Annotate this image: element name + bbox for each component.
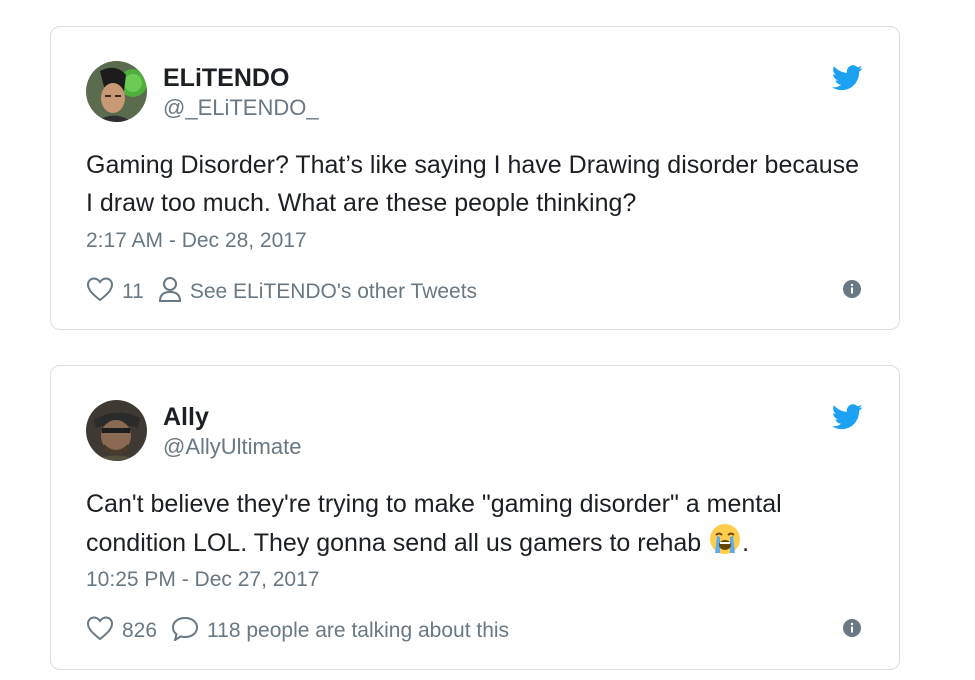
tweet-actions: 11 See ELiTENDO's other Tweets [86, 276, 477, 308]
tweet-actions: 826 118 people are talking about this [86, 615, 509, 647]
heart-icon[interactable] [86, 276, 114, 308]
tweet-text: Can't believe they're trying to make "ga… [86, 485, 866, 566]
info-icon[interactable] [843, 280, 861, 298]
twitter-bird-icon[interactable] [832, 65, 863, 91]
author-handle[interactable]: @_ELiTENDO_ [163, 95, 319, 121]
avatar[interactable] [86, 400, 147, 461]
person-icon[interactable] [158, 276, 182, 308]
avatar[interactable] [86, 61, 147, 122]
like-count[interactable]: 11 [122, 280, 144, 304]
author-handle[interactable]: @AllyUltimate [163, 434, 301, 460]
author-name[interactable]: ELiTENDO [163, 64, 289, 93]
loudly-crying-face-emoji [708, 523, 742, 566]
tweet-card[interactable]: ELiTENDO @_ELiTENDO_ Gaming Disorder? Th… [50, 26, 900, 330]
like-count[interactable]: 826 [122, 619, 157, 643]
comment-icon[interactable] [171, 615, 199, 647]
tweet-timestamp[interactable]: 2:17 AM - Dec 28, 2017 [86, 229, 307, 253]
tweet-card[interactable]: Ally @AllyUltimate Can't believe they're… [50, 365, 900, 670]
people-talking-link[interactable]: 118 people are talking about this [207, 619, 509, 643]
author-name[interactable]: Ally [163, 403, 209, 432]
heart-icon[interactable] [86, 615, 114, 647]
info-icon[interactable] [843, 619, 861, 637]
twitter-bird-icon[interactable] [832, 404, 863, 430]
tweet-timestamp[interactable]: 10:25 PM - Dec 27, 2017 [86, 568, 319, 592]
see-other-tweets-link[interactable]: See ELiTENDO's other Tweets [190, 280, 477, 304]
tweet-text: Gaming Disorder? That’s like saying I ha… [86, 151, 860, 217]
